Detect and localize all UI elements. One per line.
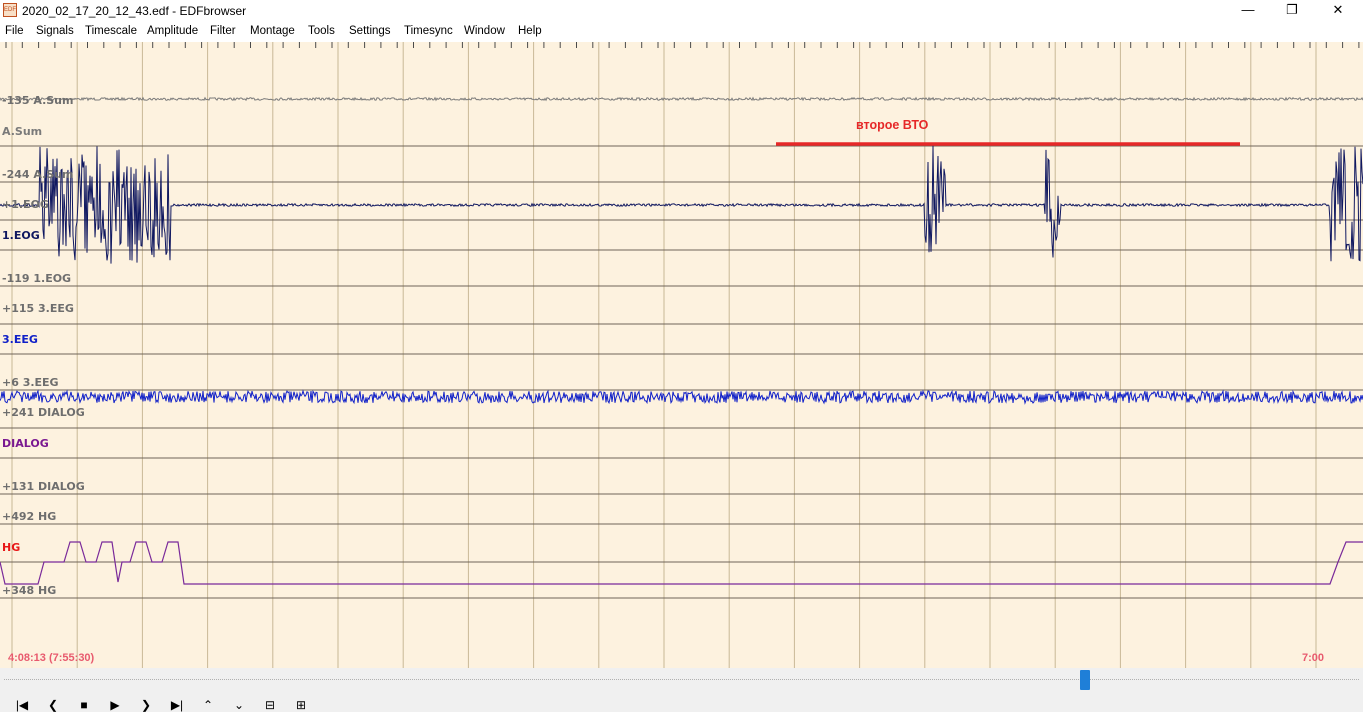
page-back-button[interactable]: ❮ bbox=[43, 698, 63, 712]
time-end-label: 7:00 bbox=[1302, 652, 1325, 664]
asum-trace bbox=[0, 96, 1363, 102]
play-button[interactable]: ▶ bbox=[105, 698, 125, 712]
eog-trace bbox=[0, 145, 1363, 264]
signal-canvas bbox=[0, 42, 1363, 668]
menu-window[interactable]: Window bbox=[464, 25, 505, 37]
channel-guide-lines bbox=[0, 145, 1363, 599]
go-to-start-button[interactable]: |◀ bbox=[12, 698, 32, 712]
hg-lower-scale: +348 HG bbox=[2, 584, 57, 597]
menu-bar: File Signals Timescale Amplitude Filter … bbox=[0, 22, 1363, 42]
minimize-button[interactable]: — bbox=[1225, 0, 1271, 22]
menu-timesync[interactable]: Timesync bbox=[404, 25, 453, 37]
time-start-label: 4:08:13 (7:55:30) bbox=[8, 652, 95, 664]
navigation-toolbar: |◀ ❮ ■ ▶ ❯ ▶| ⌃ ⌄ ⊟ ⊞ bbox=[0, 692, 1363, 712]
eog-upper-scale: +1.EOG bbox=[2, 198, 49, 211]
horizontal-scrollbar[interactable] bbox=[0, 668, 1363, 692]
hg-upper-scale: +492 HG bbox=[2, 510, 57, 523]
menu-filter[interactable]: Filter bbox=[210, 25, 236, 37]
hg-trace bbox=[0, 541, 1363, 585]
menu-amplitude[interactable]: Amplitude bbox=[147, 25, 198, 37]
menu-help[interactable]: Help bbox=[518, 25, 542, 37]
scroll-track[interactable] bbox=[4, 679, 1359, 680]
eeg-upper-scale: +115 3.EEG bbox=[2, 302, 74, 315]
hg-label[interactable]: HG bbox=[2, 541, 20, 554]
app-icon: EDF bbox=[3, 3, 17, 17]
amplitude-up-button[interactable]: ⌃ bbox=[198, 698, 218, 712]
stop-button[interactable]: ■ bbox=[74, 698, 94, 712]
dialog-upper-scale: +241 DIALOG bbox=[2, 406, 85, 419]
menu-montage[interactable]: Montage bbox=[250, 25, 295, 37]
asum-label[interactable]: A.Sum bbox=[2, 125, 42, 138]
dialog-label[interactable]: DIALOG bbox=[2, 437, 49, 450]
signal-viewer[interactable]: -135 A.Sum A.Sum -244 A.Sum +1.EOG 1.EOG… bbox=[0, 42, 1363, 668]
close-button[interactable]: ✕ bbox=[1315, 0, 1361, 22]
menu-file[interactable]: File bbox=[5, 25, 24, 37]
signal-traces bbox=[0, 96, 1363, 585]
menu-tools[interactable]: Tools bbox=[308, 25, 335, 37]
window-title: 2020_02_17_20_12_43.edf - EDFbrowser bbox=[22, 4, 247, 18]
go-to-end-button[interactable]: ▶| bbox=[167, 698, 187, 712]
eeg-label[interactable]: 3.EEG bbox=[2, 333, 38, 346]
eog-lower-scale: -119 1.EOG bbox=[2, 272, 72, 285]
amplitude-down-button[interactable]: ⌄ bbox=[229, 698, 249, 712]
menu-timescale[interactable]: Timescale bbox=[85, 25, 137, 37]
asum-upper-scale: -135 A.Sum bbox=[2, 94, 74, 107]
dialog-lower-scale: +131 DIALOG bbox=[2, 480, 85, 493]
menu-signals[interactable]: Signals bbox=[36, 25, 74, 37]
eeg-lower-scale: +6 3.EEG bbox=[2, 376, 59, 389]
time-grid bbox=[5, 42, 1360, 668]
title-bar: EDF 2020_02_17_20_12_43.edf - EDFbrowser… bbox=[0, 0, 1363, 22]
zoom-in-button[interactable]: ⊞ bbox=[291, 698, 311, 712]
annotation-label[interactable]: второе ВТО bbox=[856, 118, 928, 132]
asum-lower-scale: -244 A.Sum bbox=[2, 168, 74, 181]
menu-settings[interactable]: Settings bbox=[349, 25, 391, 37]
zoom-out-button[interactable]: ⊟ bbox=[260, 698, 280, 712]
scroll-thumb[interactable] bbox=[1080, 670, 1090, 690]
maximize-button[interactable]: ❐ bbox=[1269, 0, 1315, 22]
page-forward-button[interactable]: ❯ bbox=[136, 698, 156, 712]
eog-label[interactable]: 1.EOG bbox=[2, 229, 40, 242]
eeg-trace bbox=[0, 389, 1363, 405]
